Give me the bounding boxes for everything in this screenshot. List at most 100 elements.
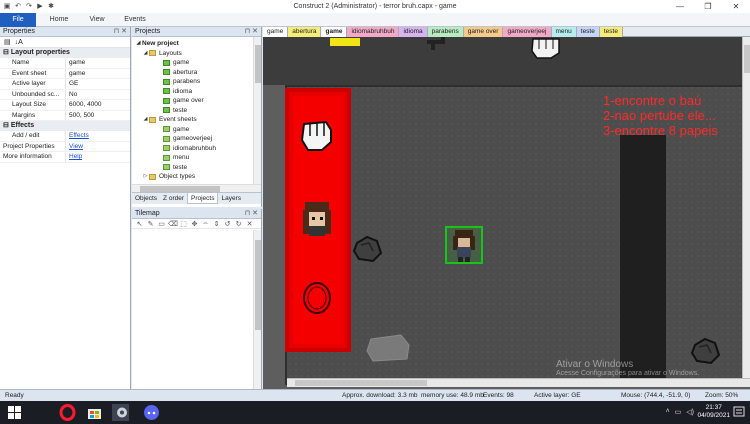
pin-icon[interactable]: ⊓ ✕	[245, 209, 258, 219]
tab-z-order[interactable]: Z order	[160, 193, 187, 204]
layout-tab-menu[interactable]: menu	[551, 27, 577, 37]
volume-icon[interactable]: ◁)	[686, 408, 694, 416]
pin-icon[interactable]: ⊓ ✕	[114, 27, 127, 37]
layout-tab-game-over[interactable]: game over	[463, 27, 504, 37]
layout-canvas[interactable]: 1-encontre o baú 2-nao pertube ele... 3-…	[263, 37, 750, 389]
property-value[interactable]: 500, 500	[66, 111, 94, 121]
tilemap-tool-icon[interactable]: ✎	[146, 220, 155, 228]
tree-item-event-sheet[interactable]: teste	[132, 163, 261, 173]
tilemap-tool-icon[interactable]: ✕	[245, 220, 254, 228]
player-sprite[interactable]	[445, 226, 483, 264]
tab-home[interactable]: Home	[40, 13, 78, 27]
tree-folder-layouts[interactable]: ◢ Layouts	[132, 49, 261, 59]
tab-view[interactable]: View	[78, 13, 116, 27]
chevron-up-icon[interactable]: ˄	[666, 408, 670, 416]
property-value[interactable]: GE	[66, 79, 78, 89]
windows-start-icon[interactable]	[6, 404, 23, 421]
property-key: Name	[0, 58, 66, 68]
effects-section[interactable]: ⊟ Effects	[0, 121, 130, 131]
notification-icon[interactable]	[733, 405, 750, 422]
taskbar-clock[interactable]: 21:37 04/09/2021	[697, 404, 730, 420]
layout-icon	[163, 97, 170, 104]
tree-item-event-sheet[interactable]: game	[132, 125, 261, 135]
layout-tab-abertura[interactable]: abertura	[288, 27, 322, 37]
tilemap-tool-icon[interactable]: ⌫	[168, 220, 178, 228]
tab-events[interactable]: Events	[116, 13, 154, 27]
tree-item-layout[interactable]: parabens	[132, 77, 261, 87]
opera-icon[interactable]	[59, 404, 76, 421]
canvas-hscrollbar[interactable]	[287, 378, 750, 387]
property-row[interactable]: Name game	[0, 58, 130, 69]
tree-root[interactable]: ◢ New project	[132, 39, 261, 49]
tilemap-tool-icon[interactable]: ✥	[190, 220, 199, 228]
minimize-button[interactable]: —	[666, 0, 694, 13]
property-value[interactable]: 6000, 4000	[66, 100, 102, 110]
tree-item-layout[interactable]: abertura	[132, 68, 261, 78]
tilemap-tool-icon[interactable]: ⬚	[179, 220, 188, 228]
scribble-circle-icon[interactable]	[300, 279, 334, 317]
network-icon[interactable]: ▭	[675, 408, 682, 416]
tree-item-event-sheet[interactable]: gameoverjeej	[132, 134, 261, 144]
help-link[interactable]: Help	[66, 152, 82, 162]
property-row[interactable]: Margins 500, 500	[0, 110, 130, 121]
tilemap-tool-icon[interactable]: ↺	[223, 220, 232, 228]
tilemap-tool-icon[interactable]: ⇕	[212, 220, 221, 228]
view-link[interactable]: View	[66, 142, 83, 152]
dark-pillar[interactable]	[620, 135, 666, 379]
discord-icon[interactable]	[143, 404, 160, 421]
layout-tab-parabens[interactable]: parabens	[427, 27, 464, 37]
tree-folder-object-types[interactable]: ▷ Object types	[132, 172, 261, 182]
tab-projects[interactable]: Projects	[187, 193, 219, 204]
tree-hscrollbar[interactable]	[132, 184, 261, 192]
tree-item-event-sheet[interactable]: menu	[132, 153, 261, 163]
hand-icon[interactable]	[298, 116, 336, 154]
ghost-blob-sprite[interactable]	[365, 331, 411, 365]
tree-item-event-sheet[interactable]: idiomabruhbuh	[132, 144, 261, 154]
layout-tab-game[interactable]: game	[321, 27, 348, 37]
file-menu-button[interactable]: File	[0, 13, 36, 27]
store-icon[interactable]	[86, 404, 103, 421]
property-value[interactable]: No	[66, 90, 77, 100]
layout-icon	[163, 88, 170, 95]
property-value[interactable]: game	[66, 69, 85, 79]
property-row[interactable]: Active layer GE	[0, 79, 130, 90]
layout-tab-idioma[interactable]: idioma	[399, 27, 428, 37]
tree-scrollbar[interactable]	[253, 37, 261, 184]
tilemap-tool-icon[interactable]: ▭	[157, 220, 166, 228]
tilemap-tool-icon[interactable]: ⇔	[201, 220, 210, 227]
tab-objects[interactable]: Objects	[132, 193, 160, 204]
canvas-vscrollbar[interactable]	[742, 37, 750, 378]
layout-tab-teste[interactable]: teste	[599, 27, 623, 37]
yellow-sprite[interactable]	[330, 38, 360, 46]
restore-button[interactable]: ❐	[694, 0, 722, 13]
layout-tab-idiomabruhbuh[interactable]: idiomabruhbuh	[347, 27, 400, 37]
effects-link[interactable]: Effects	[66, 131, 89, 141]
sort-alpha-icon[interactable]: ↓A	[15, 39, 23, 46]
tree-item-layout[interactable]: game over	[132, 96, 261, 106]
construct-gear-icon[interactable]	[112, 404, 129, 421]
property-row[interactable]: Layout Size 6000, 4000	[0, 100, 130, 111]
layout-properties-section[interactable]: ⊟ Layout properties	[0, 48, 130, 58]
instructions-text[interactable]: 1-encontre o baú 2-nao pertube ele... 3-…	[603, 93, 718, 138]
close-button[interactable]: ✕	[722, 0, 750, 13]
hand-sprite-top[interactable]	[529, 37, 563, 59]
tilemap-tool-icon[interactable]: ↻	[234, 220, 243, 228]
layout-tab-game[interactable]: game	[263, 27, 289, 37]
property-value[interactable]: game	[66, 58, 85, 68]
tilemap-scrollbar[interactable]	[253, 230, 261, 389]
rock-sprite[interactable]	[351, 233, 383, 265]
property-row[interactable]: Event sheet game	[0, 68, 130, 79]
tilemap-tool-icon[interactable]: ↖	[135, 220, 144, 228]
tree-folder-event-sheets[interactable]: ◢ Event sheets	[132, 115, 261, 125]
property-row[interactable]: Unbounded sc... No	[0, 89, 130, 100]
tree-item-layout[interactable]: idioma	[132, 87, 261, 97]
tree-item-layout[interactable]: teste	[132, 106, 261, 116]
layout-tab-teste[interactable]: teste	[576, 27, 600, 37]
character-portrait-icon[interactable]	[299, 200, 335, 238]
categorized-icon[interactable]: ▤	[4, 38, 11, 46]
tab-layers[interactable]: Layers	[218, 193, 244, 204]
layout-tab-gameoverjeej[interactable]: gameoverjeej	[503, 27, 552, 37]
gun-sprite[interactable]	[423, 37, 453, 51]
pin-icon[interactable]: ⊓ ✕	[245, 27, 258, 37]
tree-item-layout[interactable]: game	[132, 58, 261, 68]
